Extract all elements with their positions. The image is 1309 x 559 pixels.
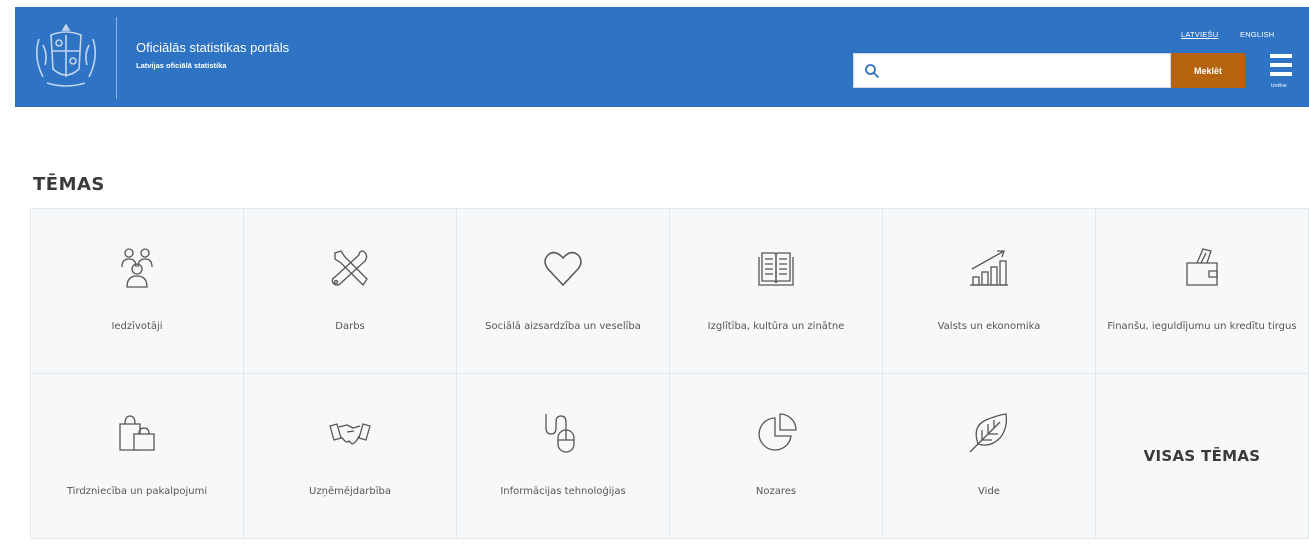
language-latvian-link[interactable]: LATVIEŠU	[1181, 30, 1218, 39]
topic-label: Nozares	[755, 486, 797, 497]
topic-tile-population[interactable]: Iedzīvotāji	[31, 209, 244, 374]
topic-tile-finance[interactable]: Finanšu, ieguldījumu un kredītu tirgus	[1096, 209, 1309, 374]
topic-label: Sociālā aizsardzība un veselība	[485, 321, 641, 332]
site-subtitle: Latvijas oficiālā statistika	[136, 61, 227, 70]
language-english-link[interactable]: ENGLISH	[1240, 30, 1274, 39]
topic-label: Darbs	[335, 321, 365, 332]
topic-tile-it[interactable]: Informācijas tehnoloģijas	[457, 374, 670, 539]
growth-chart-icon	[970, 250, 1008, 286]
topics-grid: Iedzīvotāji Darbs Sociālā aizsardzība un…	[30, 208, 1309, 539]
topic-label: Uzņēmējdarbība	[309, 486, 391, 497]
site-header: Oficiālās statistikas portāls Latvijas o…	[15, 7, 1309, 107]
coat-of-arms-logo[interactable]	[29, 21, 103, 93]
section-title: TĒMAS	[33, 174, 105, 195]
topic-tile-work[interactable]: Darbs	[244, 209, 457, 374]
wallet-icon	[1186, 248, 1218, 286]
topic-label: Tirdzniecība un pakalpojumi	[66, 486, 208, 497]
menu-label: Izvēlne	[1271, 83, 1287, 89]
search-button[interactable]: Meklēt	[1171, 53, 1245, 88]
topic-label: Valsts un ekonomika	[937, 321, 1041, 332]
all-topics-label: VISAS TĒMAS	[1143, 447, 1261, 465]
tools-icon	[331, 250, 368, 287]
topic-tile-trade[interactable]: Tirdzniecība un pakalpojumi	[31, 374, 244, 539]
heart-icon	[544, 251, 582, 287]
shopping-bags-icon	[119, 415, 155, 451]
pie-chart-icon	[758, 413, 797, 451]
topic-label: Finanšu, ieguldījumu un kredītu tirgus	[1107, 321, 1297, 332]
topic-tile-education[interactable]: Izglītība, kultūra un zinātne	[670, 209, 883, 374]
handshake-icon	[329, 423, 371, 445]
site-title[interactable]: Oficiālās statistikas portāls	[136, 40, 289, 55]
search-box	[853, 53, 1171, 88]
all-topics-tile[interactable]: VISAS TĒMAS	[1096, 374, 1309, 539]
topic-label: Informācijas tehnoloģijas	[500, 486, 626, 497]
search-icon	[865, 64, 879, 78]
people-icon	[121, 248, 153, 288]
leaf-icon	[969, 413, 1008, 453]
topic-tile-business[interactable]: Uzņēmējdarbība	[244, 374, 457, 539]
book-icon	[758, 252, 794, 286]
topic-tile-sectors[interactable]: Nozares	[670, 374, 883, 539]
topic-label: Vide	[978, 486, 1000, 497]
mouse-icon	[545, 414, 575, 453]
topic-label: Iedzīvotāji	[111, 321, 163, 332]
topic-tile-environment[interactable]: Vide	[883, 374, 1096, 539]
topic-label: Izglītība, kultūra un zinātne	[707, 321, 845, 332]
topic-tile-economy[interactable]: Valsts un ekonomika	[883, 209, 1096, 374]
topic-tile-social-protection[interactable]: Sociālā aizsardzība un veselība	[457, 209, 670, 374]
menu-toggle-button[interactable]: Izvēlne	[1268, 50, 1302, 94]
logo-divider	[116, 17, 117, 99]
search-input[interactable]	[888, 54, 1168, 87]
